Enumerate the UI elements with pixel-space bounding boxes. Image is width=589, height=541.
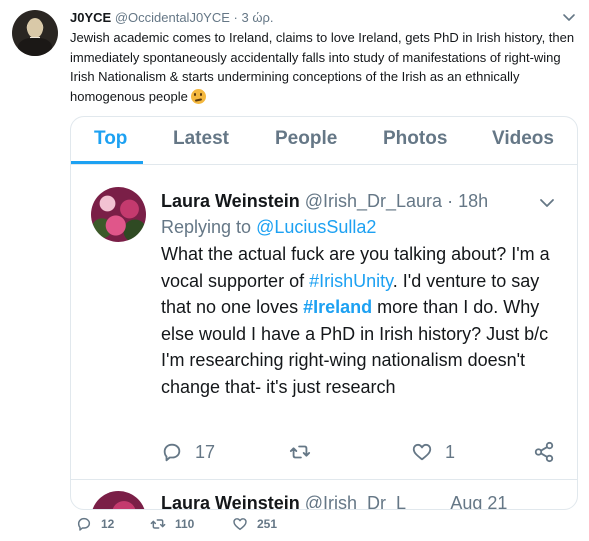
tab-videos[interactable]: Videos [492, 127, 554, 151]
embedded-tweet-text: What the actual fuck are you talking abo… [161, 241, 566, 400]
tweet-text: Jewish academic comes to Ireland, claims… [70, 28, 580, 106]
heart-icon [412, 443, 432, 461]
tab-top[interactable]: Top [94, 127, 127, 151]
thinking-face-icon [191, 88, 207, 104]
reply-count: 12 [101, 517, 115, 531]
reply-count: 17 [195, 441, 216, 462]
chevron-down-icon[interactable] [539, 195, 555, 211]
tweet-action-bar: 12 110 251 [70, 514, 370, 534]
like-count: 1 [445, 441, 456, 462]
retweet-count: 110 [175, 517, 195, 531]
tab-people[interactable]: People [275, 127, 337, 151]
tweet-header: J0YCE @OccidentalJ0YCE · 3 ώρ. [70, 10, 274, 26]
active-tab-indicator [71, 161, 143, 164]
next-timestamp: Aug 21 [450, 493, 508, 510]
replying-to: Replying to @LuciusSulla2 [161, 215, 376, 239]
avatar-face [27, 18, 43, 38]
embedded-timestamp[interactable]: 18h [458, 191, 488, 211]
like-button[interactable]: 251 [232, 514, 277, 534]
replying-to-link[interactable]: @LuciusSulla2 [256, 217, 376, 237]
heart-icon [233, 518, 247, 531]
hashtag-link[interactable]: #Ireland [303, 297, 372, 317]
embedded-display-name[interactable]: Laura Weinstein [161, 191, 300, 211]
retweet-button[interactable] [289, 439, 311, 465]
embedded-search-card[interactable]: Top Latest People Photos Videos Laura We… [70, 116, 578, 510]
separator-dot: · [447, 191, 454, 211]
reply-icon [163, 443, 181, 462]
next-tweet-avatar[interactable] [91, 491, 146, 509]
tab-photos[interactable]: Photos [383, 127, 447, 151]
reply-button[interactable]: 12 [76, 514, 114, 534]
avatar[interactable] [12, 10, 58, 56]
outer-tweet: J0YCE @OccidentalJ0YCE · 3 ώρ. Jewish ac… [0, 0, 589, 541]
embedded-action-bar: 17 1 [161, 439, 571, 465]
search-tabs: Top Latest People Photos Videos [71, 117, 577, 165]
divider [71, 479, 577, 480]
user-handle[interactable]: @OccidentalJ0YCE [115, 10, 230, 25]
tweet-body: Jewish academic comes to Ireland, claims… [70, 30, 575, 104]
embedded-handle[interactable]: @Irish_Dr_Laura [305, 191, 442, 211]
next-tweet-header[interactable]: Laura Weinstein @Irish_Dr_L Aug 21 [161, 491, 508, 510]
tab-latest[interactable]: Latest [173, 127, 229, 151]
like-count: 251 [257, 517, 278, 531]
retweet-icon [150, 519, 166, 529]
timestamp[interactable]: 3 ώρ. [242, 10, 274, 25]
retweet-icon [289, 445, 311, 459]
reply-icon [77, 517, 91, 531]
replying-prefix: Replying to [161, 217, 252, 237]
share-button[interactable] [533, 439, 555, 465]
reply-button[interactable]: 17 [161, 439, 215, 465]
display-name[interactable]: J0YCE [70, 10, 111, 25]
next-display-name: Laura Weinstein [161, 493, 300, 510]
chevron-down-icon[interactable] [562, 10, 576, 24]
avatar-coat [18, 38, 52, 56]
separator-dot: · [233, 10, 238, 25]
retweet-button[interactable]: 110 [150, 514, 194, 534]
next-handle: @Irish_Dr_L [304, 493, 406, 510]
hashtag-link[interactable]: #IrishUnity [309, 271, 393, 291]
embedded-header: Laura Weinstein @Irish_Dr_Laura · 18h [161, 189, 488, 213]
share-icon [534, 441, 554, 463]
embedded-avatar[interactable] [91, 187, 146, 242]
like-button[interactable]: 1 [411, 439, 455, 465]
